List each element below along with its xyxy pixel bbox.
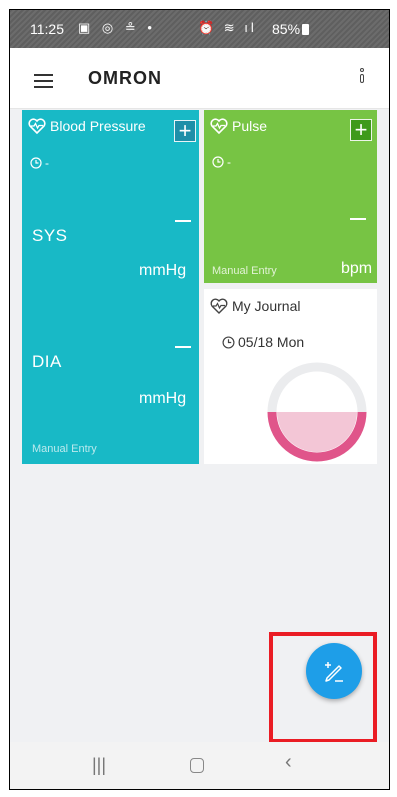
bp-time-value: - <box>45 156 49 170</box>
battery-indicator: 85% <box>272 21 310 37</box>
hamburger-icon[interactable] <box>34 74 53 88</box>
pulse-title: Pulse <box>210 118 267 134</box>
notification-icons: ▣ ◎ ≗ • <box>78 20 156 35</box>
sys-value-empty <box>175 220 191 222</box>
sys-label: SYS <box>32 226 68 245</box>
phone-screen: 11:25 ▣ ◎ ≗ • ⏰ ≋ ıl 85% OMRON Blood Pre… <box>9 9 390 790</box>
journal-date-text: 05/18 Mon <box>238 334 305 350</box>
dia-unit: mmHg <box>139 390 187 407</box>
journal-mood-gauge <box>264 359 370 470</box>
signal-icons: ⏰ ≋ ıl <box>198 20 257 35</box>
blood-pressure-last-time: - <box>30 156 49 170</box>
status-time: 11:25 <box>30 21 64 37</box>
pulse-entry-type: Manual Entry <box>212 265 277 277</box>
recent-apps-icon[interactable]: ||| <box>92 755 106 776</box>
clock-icon <box>30 157 42 169</box>
add-pulse-button[interactable]: + <box>350 119 372 141</box>
journal-title: My Journal <box>210 298 300 314</box>
pulse-value-empty <box>350 218 366 220</box>
pulse-unit: bpm <box>341 260 373 277</box>
heart-rate-icon <box>28 118 46 134</box>
back-icon[interactable]: ‹ <box>285 751 292 774</box>
battery-percent: 85% <box>272 21 301 37</box>
status-bar: 11:25 ▣ ◎ ≗ • ⏰ ≋ ıl 85% <box>10 10 389 48</box>
blood-pressure-card[interactable]: Blood Pressure + - SYS mmHg DIA mmHg Man… <box>22 110 199 464</box>
blood-pressure-title: Blood Pressure <box>28 118 146 134</box>
journal-date: 05/18 Mon <box>222 334 304 350</box>
pulse-time-value: - <box>227 155 231 169</box>
system-nav-bar: ||| ‹ <box>10 742 389 789</box>
add-blood-pressure-button[interactable]: + <box>174 120 196 142</box>
clock-icon <box>212 156 224 168</box>
journal-title-text: My Journal <box>232 298 301 314</box>
heart-rate-icon <box>210 118 228 134</box>
more-vert-icon[interactable] <box>359 68 367 92</box>
journal-heart-icon <box>210 298 228 314</box>
app-logo: OMRON <box>88 68 162 88</box>
home-icon[interactable] <box>190 758 204 773</box>
pulse-title-text: Pulse <box>232 118 268 134</box>
battery-icon <box>302 24 310 35</box>
bp-entry-type: Manual Entry <box>32 443 97 455</box>
pulse-card[interactable]: Pulse + - Manual Entry bpm <box>204 110 377 283</box>
sys-unit: mmHg <box>139 262 187 279</box>
pulse-last-time: - <box>212 155 231 169</box>
journal-card[interactable]: My Journal 05/18 Mon <box>204 289 377 464</box>
dia-value-empty <box>175 346 191 348</box>
app-bar: OMRON <box>10 48 389 109</box>
highlight-box <box>269 632 377 743</box>
clock-icon <box>222 335 235 349</box>
dia-label: DIA <box>32 352 62 371</box>
blood-pressure-title-text: Blood Pressure <box>50 118 146 134</box>
